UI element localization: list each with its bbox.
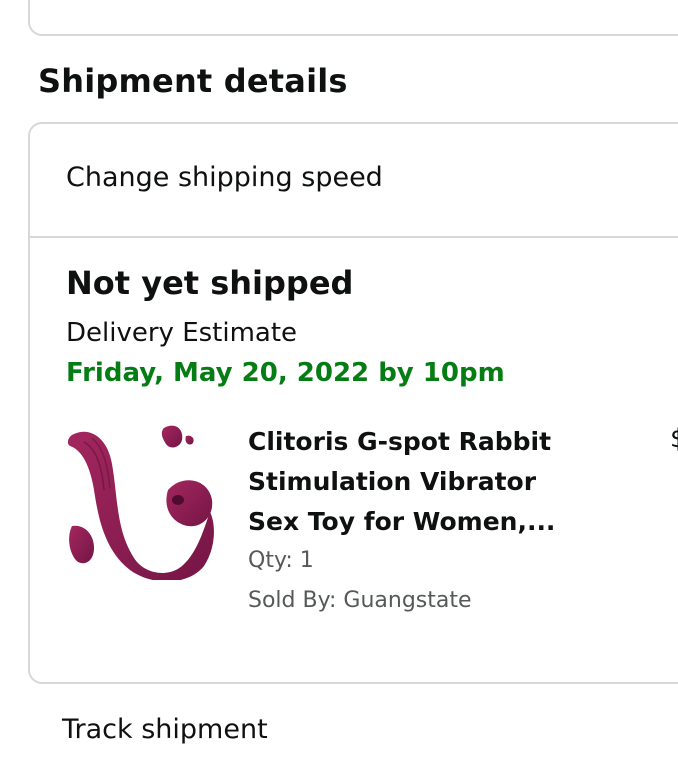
section-title: Shipment details <box>38 62 348 100</box>
delivery-estimate-label: Delivery Estimate <box>66 318 298 348</box>
product-title-link[interactable]: Clitoris G-spot Rabbit Stimulation Vibra… <box>248 422 588 542</box>
product-image-graphic <box>67 425 214 582</box>
change-shipping-speed-label: Change shipping speed <box>66 162 383 193</box>
product-title-line: Sex Toy for Women,... <box>248 507 556 536</box>
previous-card <box>28 0 678 36</box>
product-title-line: Clitoris G-spot Rabbit <box>248 427 552 456</box>
product-price: $ <box>670 424 678 454</box>
delivery-date: Friday, May 20, 2022 by 10pm <box>66 358 505 388</box>
track-shipment-link[interactable]: Track shipment <box>28 686 678 783</box>
product-quantity: Qty: 1 <box>248 548 314 573</box>
shipment-status: Not yet shipped <box>66 264 354 302</box>
track-shipment-label: Track shipment <box>62 714 268 745</box>
order-details-page: Shipment details Change shipping speed N… <box>0 0 678 783</box>
product-title-line: Stimulation Vibrator <box>248 467 537 496</box>
shipment-card: Change shipping speed Not yet shipped De… <box>28 122 678 684</box>
product-image[interactable] <box>64 420 220 582</box>
product-seller: Sold By: Guangstate <box>248 588 472 613</box>
change-shipping-speed-link[interactable]: Change shipping speed <box>30 124 678 238</box>
